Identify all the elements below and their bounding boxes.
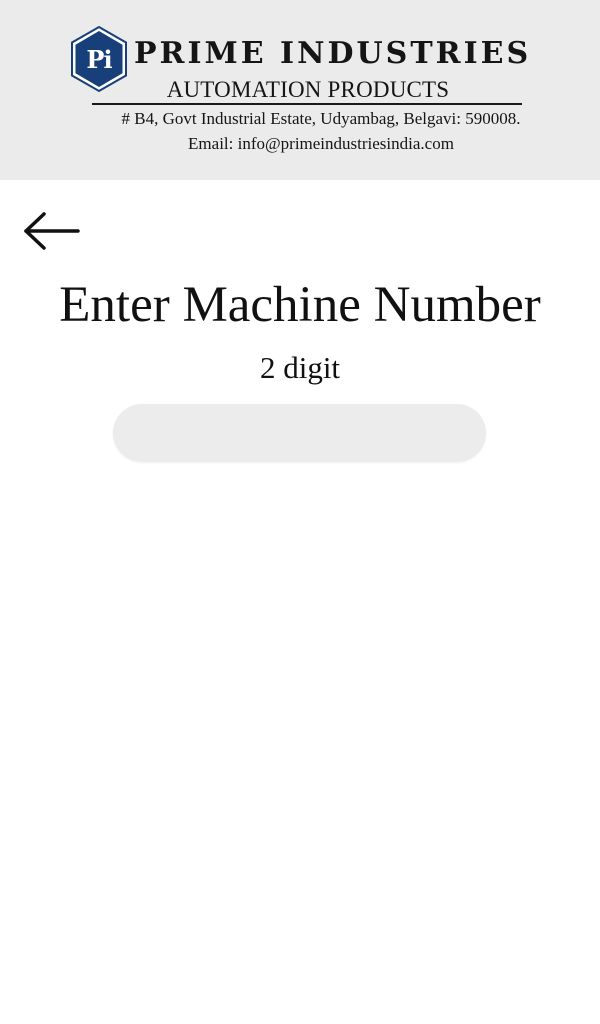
page-subtitle: 2 digit bbox=[259, 350, 341, 385]
company-name: PRIME INDUSTRIES bbox=[134, 36, 532, 71]
company-tagline: AUTOMATION PRODUCTS bbox=[166, 77, 450, 102]
arrow-left-icon bbox=[24, 212, 80, 250]
machine-number-field-container bbox=[113, 404, 486, 462]
company-address: # B4, Govt Industrial Estate, Udyambag, … bbox=[121, 109, 521, 128]
header-divider bbox=[92, 103, 522, 105]
company-email: Email: info@primeindustriesindia.com bbox=[188, 134, 454, 153]
page-title: Enter Machine Number bbox=[59, 277, 541, 333]
machine-number-input[interactable] bbox=[113, 404, 486, 462]
back-button[interactable] bbox=[18, 206, 84, 256]
app-screen: Pi PRIME INDUSTRIES AUTOMATION PRODUCTS … bbox=[0, 0, 600, 1024]
company-header: Pi PRIME INDUSTRIES AUTOMATION PRODUCTS … bbox=[0, 0, 600, 180]
